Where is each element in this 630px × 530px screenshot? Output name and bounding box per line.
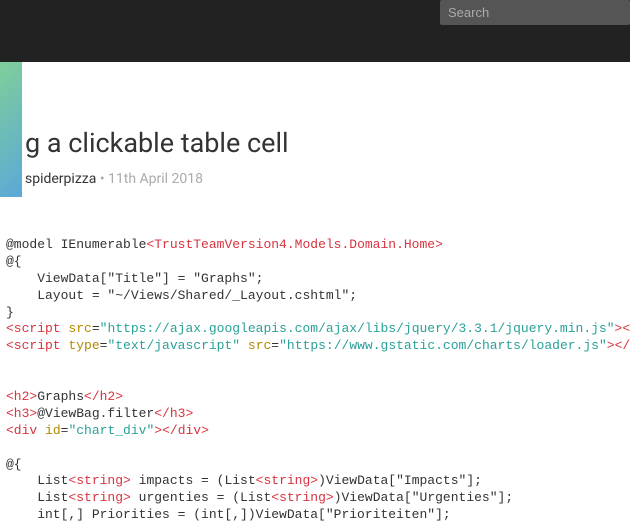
code-block: @model IEnumerable<TrustTeamVersion4.Mod…: [0, 231, 630, 530]
avatar: [0, 62, 22, 197]
search-wrap: All: [440, 0, 630, 25]
search-input[interactable]: [440, 1, 630, 24]
page-title: g a clickable table cell: [0, 82, 630, 159]
top-bar: All: [0, 0, 630, 30]
post-meta: spiderpizza • 11th April 2018: [0, 171, 630, 187]
content-area: g a clickable table cell spiderpizza • 1…: [0, 62, 630, 530]
dark-strip: [0, 30, 630, 62]
author-link[interactable]: spiderpizza: [25, 171, 96, 187]
post-date: • 11th April 2018: [100, 171, 203, 187]
